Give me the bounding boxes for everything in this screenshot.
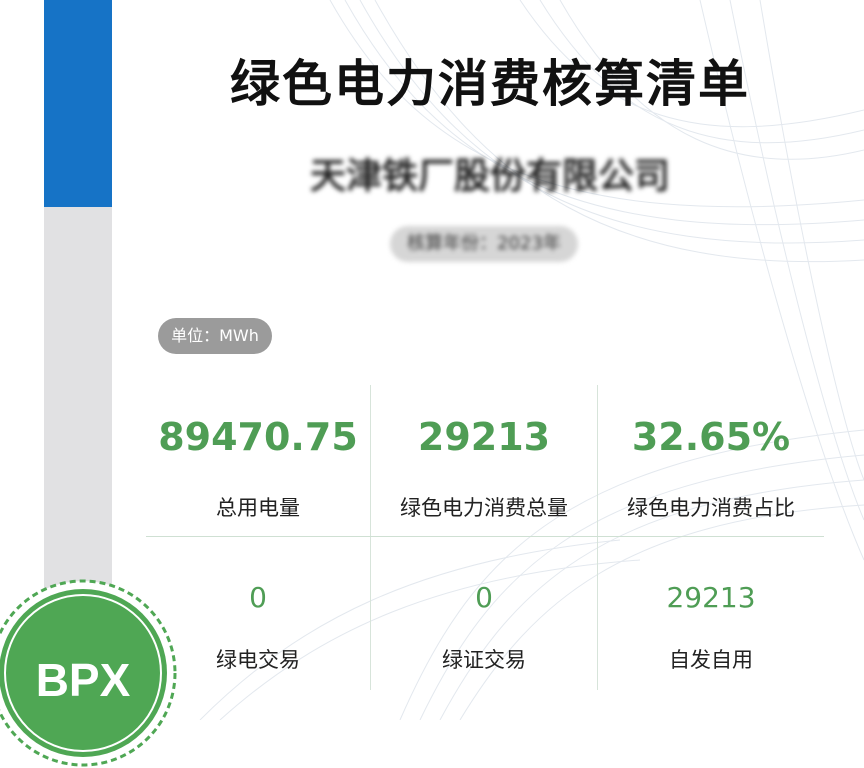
metric-value: 89470.75 [158,415,358,459]
period-badge: 核算年份：2023年 [390,226,578,262]
company-name: 天津铁厂股份有限公司 [309,156,670,197]
page-title: 绿色电力消费核算清单 [230,55,750,113]
metric-green-power-trading: 0 绿电交易 [145,578,371,674]
grid-divider-horizontal [146,536,824,537]
metric-label: 总用电量 [216,496,300,520]
metric-self-generation: 29213 自发自用 [598,578,824,674]
unit-badge: 单位：MWh [158,318,272,354]
metric-value: 29213 [666,581,756,614]
metric-label: 自发自用 [669,648,753,672]
metric-total-consumption: 89470.75 总用电量 [145,412,371,522]
metric-label: 绿色电力消费总量 [400,496,568,520]
side-stripe-blue [44,0,112,207]
metric-green-certificate-trading: 0 绿证交易 [371,578,597,674]
metric-label: 绿色电力消费占比 [627,496,795,520]
bpx-seal-logo: BPX [0,579,177,767]
metric-value: 0 [475,581,493,614]
metric-label: 绿电交易 [216,648,300,672]
metric-label: 绿证交易 [442,648,526,672]
metric-green-consumption: 29213 绿色电力消费总量 [371,412,597,522]
metric-value: 29213 [417,415,551,459]
metric-value: 32.65% [631,415,791,459]
bpx-logo-text: BPX [36,654,131,706]
metric-green-ratio: 32.65% 绿色电力消费占比 [598,412,824,522]
metric-value: 0 [249,581,267,614]
